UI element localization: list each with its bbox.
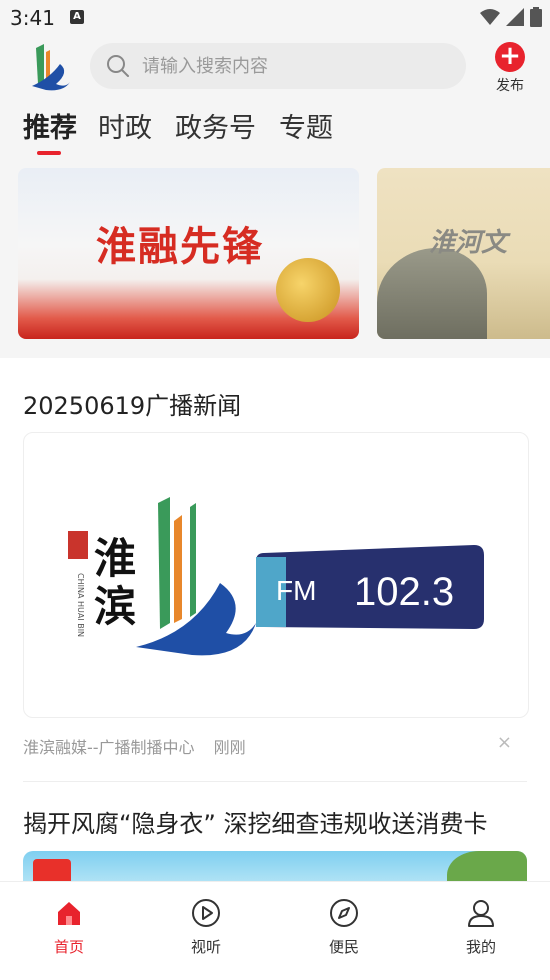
home-icon <box>58 902 80 925</box>
banner-carousel[interactable]: 淮融先锋 淮河文 <box>0 158 550 358</box>
top-bar: + 发布 <box>0 36 550 100</box>
party-emblem-icon <box>276 258 340 322</box>
tab-gov-accounts[interactable]: 政务号 <box>175 106 256 145</box>
tree-illustration <box>447 851 527 881</box>
news-cover-image[interactable] <box>23 851 527 881</box>
fm-frequency: 102.3 <box>354 570 454 614</box>
status-time: 3:41 <box>10 6 55 30</box>
nav-services-label: 便民 <box>328 938 359 956</box>
news-title[interactable]: 20250619广播新闻 <box>23 386 241 421</box>
nav-profile-label: 我的 <box>465 938 496 956</box>
status-indicators <box>480 7 542 27</box>
brand-chars-bottom: 滨 <box>94 582 136 631</box>
news-title[interactable]: 揭开风腐“隐身衣” 深挖细查违规收送消费卡 <box>23 804 488 839</box>
banner-card[interactable]: 淮融先锋 <box>18 168 359 339</box>
user-icon <box>468 900 494 927</box>
news-time: 刚刚 <box>213 738 246 757</box>
news-meta: 淮滨融媒--广播制播中心 刚刚 <box>23 734 260 758</box>
nav-video-label: 视听 <box>190 938 221 956</box>
battery-icon <box>530 7 542 27</box>
nav-home[interactable]: 首页 <box>29 898 109 957</box>
mountain-illustration <box>377 248 487 339</box>
nav-home-label: 首页 <box>53 938 84 956</box>
news-source: 淮滨融媒--广播制播中心 <box>23 738 195 757</box>
tab-recommend[interactable]: 推荐 <box>23 106 77 145</box>
app-logo-icon[interactable] <box>26 42 74 92</box>
wifi-icon <box>480 9 500 25</box>
banner-title: 淮融先锋 <box>96 223 264 270</box>
nav-video[interactable]: 视听 <box>166 898 246 957</box>
banner-card[interactable]: 淮河文 <box>377 168 550 339</box>
channel-tabs: 推荐 时政 政务号 专题 <box>0 100 550 158</box>
tab-politics[interactable]: 时政 <box>98 106 152 145</box>
fm-station-logo: CHINA HUAI BIN 淮 滨 FM 102.3 <box>68 497 484 656</box>
banner-title: 淮河文 <box>429 228 508 258</box>
notification-a-icon: A <box>70 10 84 24</box>
play-icon <box>192 899 220 927</box>
news-feed: 20250619广播新闻 CHINA HUAI BIN 淮 滨 FM 102.3… <box>0 358 550 881</box>
bottom-navigation: 首页 视听 便民 我的 <box>0 881 550 980</box>
fm-label: FM <box>276 575 316 606</box>
seal-icon <box>68 531 88 559</box>
publish-button[interactable]: + 发布 <box>488 42 532 95</box>
brand-chars-top: 淮 <box>94 534 136 583</box>
nav-profile[interactable]: 我的 <box>441 898 521 957</box>
tab-topics[interactable]: 专题 <box>279 106 333 145</box>
active-tab-indicator <box>37 151 61 155</box>
divider <box>23 781 527 782</box>
search-input[interactable] <box>140 54 444 78</box>
publish-label: 发布 <box>496 78 524 94</box>
status-bar: 3:41 A <box>0 0 550 36</box>
nav-services[interactable]: 便民 <box>304 898 384 957</box>
search-bar[interactable] <box>90 43 466 89</box>
search-icon <box>107 55 129 77</box>
seal-text: CHINA HUAI BIN <box>76 573 85 637</box>
badge-icon <box>33 859 71 881</box>
compass-icon <box>330 899 358 927</box>
signal-icon <box>506 8 524 26</box>
plus-icon: + <box>495 42 525 72</box>
close-icon[interactable]: × <box>497 732 512 753</box>
news-cover-image[interactable]: CHINA HUAI BIN 淮 滨 FM 102.3 <box>23 432 529 718</box>
